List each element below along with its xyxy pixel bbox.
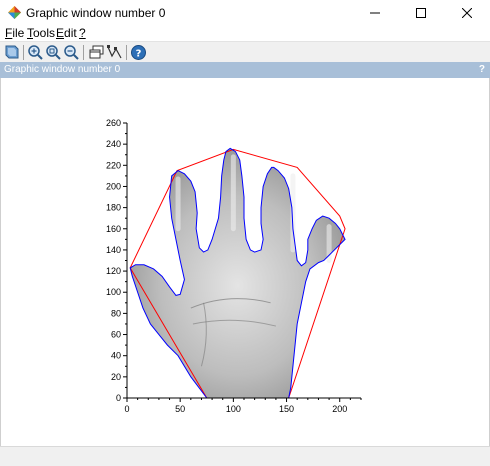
maximize-button[interactable] [398, 0, 444, 25]
status-bar [0, 446, 490, 466]
toolbar-separator [83, 45, 84, 60]
y-tick-label: 140 [106, 245, 121, 255]
new-window-icon[interactable] [88, 44, 105, 61]
y-tick-label: 240 [106, 139, 121, 149]
toolbar-separator [23, 45, 24, 60]
help-icon[interactable]: ? [130, 44, 147, 61]
y-tick-label: 40 [111, 351, 121, 361]
y-tick-label: 200 [106, 181, 121, 191]
menu-help-mnemonic: ? [79, 26, 86, 40]
y-tick-label: 260 [106, 118, 121, 128]
dock-title-bar: Graphic window number 0 ? [0, 62, 490, 78]
menu-bar: File Tools Edit ? [0, 25, 490, 41]
zoom-out-icon[interactable] [63, 44, 80, 61]
menu-help[interactable]: ? [79, 26, 86, 40]
window-title: Graphic window number 0 [26, 6, 166, 20]
x-tick-label: 150 [279, 404, 294, 414]
close-icon [462, 7, 472, 18]
close-button[interactable] [444, 0, 490, 25]
minimize-button[interactable] [352, 0, 398, 25]
dock-help-button[interactable]: ? [479, 64, 485, 75]
toolbar: ? [0, 42, 490, 62]
y-tick-label: 0 [116, 393, 121, 403]
maximize-icon [416, 7, 426, 18]
y-tick-label: 160 [106, 224, 121, 234]
x-tick-label: 200 [332, 404, 347, 414]
graphic-canvas[interactable]: 0 50 100 150 200 0 20 40 60 80 100 120 140 160 180 200 2… [1, 78, 489, 446]
y-tick-label: 100 [106, 287, 121, 297]
plot-svg: 0 50 100 150 200 0 20 40 60 80 100 120 140 160 180 200 2… [106, 118, 362, 414]
menu-file-label: ile [12, 26, 25, 40]
zoom-in-icon[interactable] [27, 44, 44, 61]
datatip-icon[interactable] [106, 44, 123, 61]
menu-edit-mnemonic: E [56, 26, 65, 40]
menu-file[interactable]: File [5, 26, 24, 40]
y-tick-label: 120 [106, 266, 121, 276]
menu-edit-label: dit [64, 26, 77, 40]
app-logo-icon [8, 6, 21, 19]
y-tick-label: 80 [111, 308, 121, 318]
toolbar-separator [126, 45, 127, 60]
svg-text:?: ? [136, 49, 142, 60]
x-tick-label: 50 [175, 404, 185, 414]
x-tick-label: 0 [124, 404, 129, 414]
menu-tools-label: ools [33, 26, 56, 40]
y-tick-label: 180 [106, 203, 121, 213]
zoom-fit-icon[interactable] [45, 44, 62, 61]
y-tick-label: 20 [111, 372, 121, 382]
title-bar: Graphic window number 0 [0, 0, 490, 25]
y-tick-label: 60 [111, 330, 121, 340]
menu-tools[interactable]: Tools [27, 26, 55, 40]
minimize-icon [370, 12, 380, 13]
menu-edit[interactable]: Edit [56, 26, 77, 40]
x-tick-label: 100 [226, 404, 241, 414]
rotate-icon[interactable] [3, 44, 20, 61]
dock-title: Graphic window number 0 [4, 64, 121, 75]
y-tick-label: 220 [106, 160, 121, 170]
